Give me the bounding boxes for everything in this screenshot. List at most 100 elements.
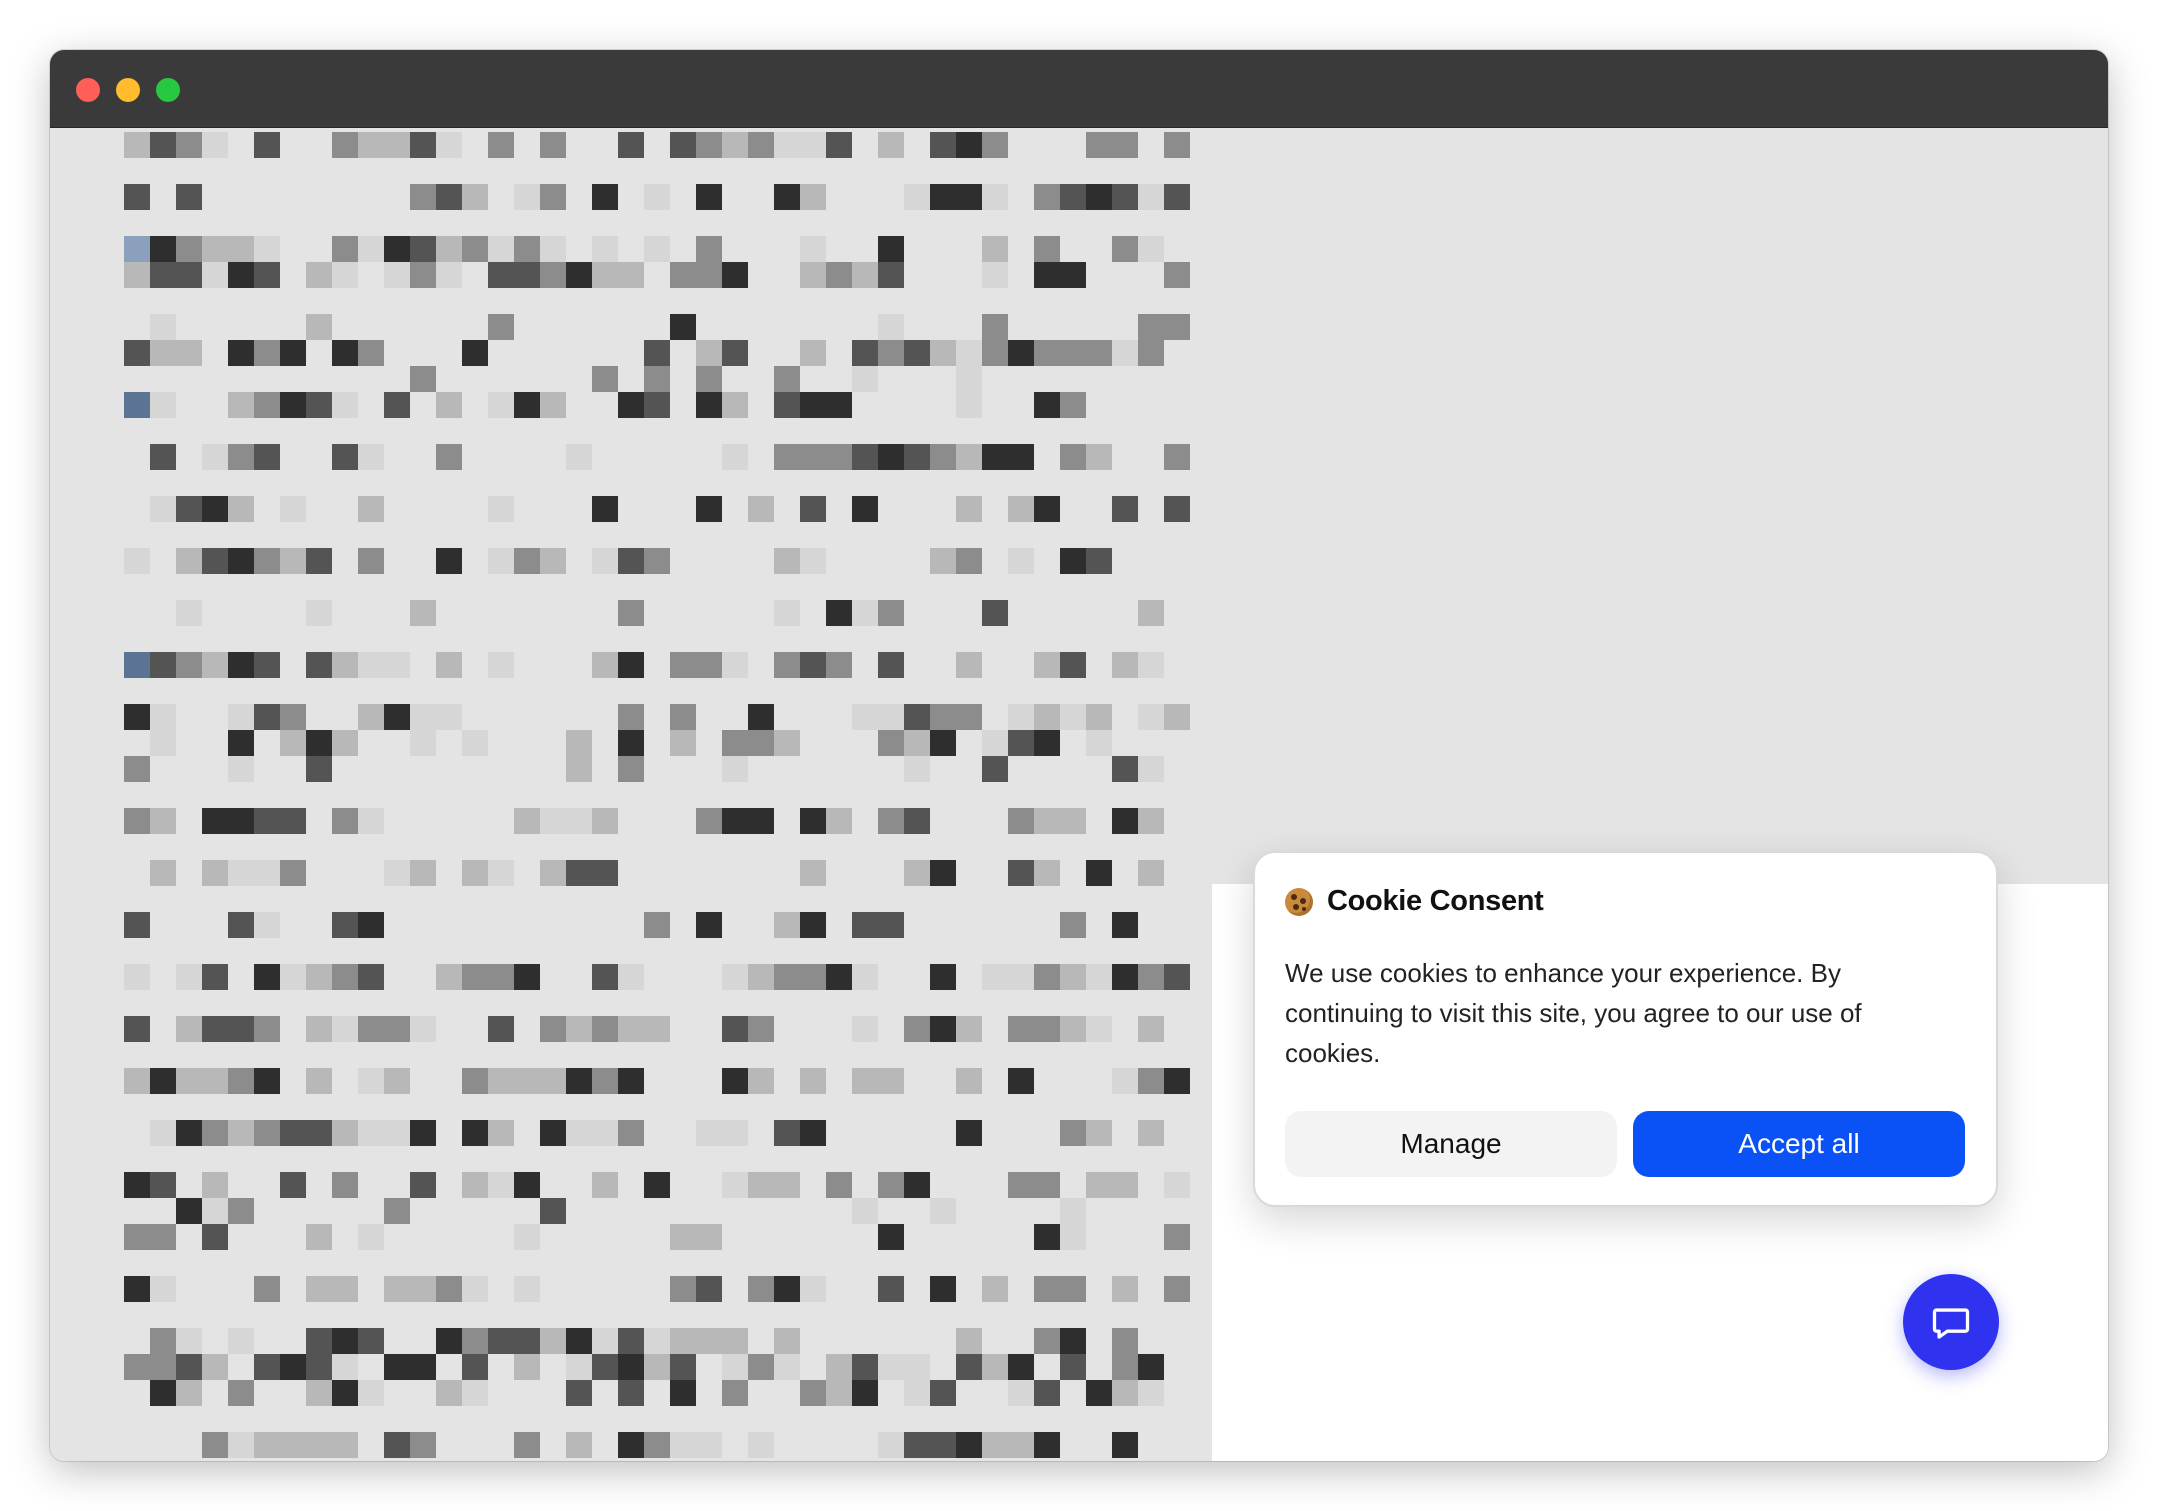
obscured-pixel: [488, 1016, 514, 1042]
obscured-pixel: [956, 184, 982, 210]
obscured-pixel: [982, 184, 1008, 210]
obscured-pixel: [748, 808, 774, 834]
manage-cookies-button[interactable]: Manage: [1285, 1111, 1617, 1177]
obscured-pixel: [644, 1354, 670, 1380]
obscured-pixel: [1086, 730, 1112, 756]
obscured-pixel: [254, 1016, 280, 1042]
obscured-pixel: [696, 912, 722, 938]
obscured-pixel: [1112, 496, 1138, 522]
obscured-pixel: [150, 1172, 176, 1198]
obscured-pixel: [774, 964, 800, 990]
obscured-pixel: [306, 730, 332, 756]
obscured-pixel: [826, 444, 852, 470]
obscured-pixel: [410, 860, 436, 886]
obscured-pixel: [878, 314, 904, 340]
obscured-pixel: [202, 1432, 228, 1458]
obscured-pixel: [1034, 236, 1060, 262]
obscured-pixel: [436, 262, 462, 288]
obscured-pixel: [956, 1432, 982, 1458]
obscured-pixel: [1138, 652, 1164, 678]
obscured-pixel: [800, 496, 826, 522]
maximize-window-button[interactable]: [156, 78, 180, 102]
obscured-pixel: [228, 236, 254, 262]
obscured-pixel: [878, 1354, 904, 1380]
obscured-pixel: [254, 808, 280, 834]
obscured-pixel: [592, 1120, 618, 1146]
obscured-pixel: [1112, 132, 1138, 158]
cookie-consent-header: Cookie Consent: [1285, 885, 1544, 918]
obscured-pixel: [540, 1068, 566, 1094]
obscured-pixel: [696, 652, 722, 678]
obscured-pixel: [774, 1120, 800, 1146]
page-content: [50, 128, 2108, 1461]
obscured-pixel: [618, 1380, 644, 1406]
obscured-pixel: [696, 340, 722, 366]
obscured-pixel: [332, 730, 358, 756]
obscured-pixel: [982, 314, 1008, 340]
obscured-pixel: [124, 262, 150, 288]
obscured-pixel: [124, 1224, 150, 1250]
obscured-pixel: [228, 340, 254, 366]
chat-button[interactable]: [1903, 1274, 1999, 1370]
obscured-pixel: [904, 1172, 930, 1198]
obscured-pixel: [982, 600, 1008, 626]
obscured-pixel: [1060, 444, 1086, 470]
obscured-pixel: [202, 444, 228, 470]
obscured-pixel: [514, 1276, 540, 1302]
obscured-pixel: [202, 964, 228, 990]
obscured-pixel: [124, 912, 150, 938]
obscured-pixel: [592, 652, 618, 678]
obscured-pixel: [1034, 704, 1060, 730]
obscured-pixel: [826, 808, 852, 834]
obscured-pixel: [202, 1120, 228, 1146]
obscured-pixel: [904, 1354, 930, 1380]
obscured-pixel: [826, 1354, 852, 1380]
obscured-pixel: [774, 366, 800, 392]
obscured-pixel: [488, 1328, 514, 1354]
obscured-pixel: [332, 1172, 358, 1198]
obscured-pixel: [618, 1354, 644, 1380]
obscured-pixel: [436, 184, 462, 210]
obscured-pixel: [1060, 1120, 1086, 1146]
obscured-pixel: [670, 314, 696, 340]
obscured-pixel: [930, 1380, 956, 1406]
obscured-pixel: [176, 1068, 202, 1094]
obscured-pixel: [1112, 1276, 1138, 1302]
obscured-pixel: [202, 548, 228, 574]
obscured-pixel: [800, 1276, 826, 1302]
obscured-pixel: [592, 1016, 618, 1042]
obscured-pixel: [566, 1328, 592, 1354]
obscured-pixel: [1112, 964, 1138, 990]
obscured-pixel: [202, 1172, 228, 1198]
obscured-pixel: [228, 444, 254, 470]
obscured-pixel: [566, 1068, 592, 1094]
pixelated-page-content: [50, 128, 1250, 1461]
obscured-pixel: [1138, 184, 1164, 210]
obscured-pixel: [592, 184, 618, 210]
obscured-pixel: [644, 184, 670, 210]
obscured-pixel: [592, 262, 618, 288]
accept-all-cookies-button[interactable]: Accept all: [1633, 1111, 1965, 1177]
obscured-pixel: [696, 1120, 722, 1146]
obscured-pixel: [254, 236, 280, 262]
obscured-pixel: [488, 132, 514, 158]
obscured-pixel: [410, 132, 436, 158]
minimize-window-button[interactable]: [116, 78, 140, 102]
obscured-pixel: [384, 860, 410, 886]
obscured-pixel: [748, 964, 774, 990]
obscured-pixel: [592, 496, 618, 522]
obscured-pixel: [150, 808, 176, 834]
obscured-pixel: [1086, 860, 1112, 886]
obscured-pixel: [852, 444, 878, 470]
obscured-pixel: [930, 964, 956, 990]
close-window-button[interactable]: [76, 78, 100, 102]
obscured-pixel: [1086, 548, 1112, 574]
obscured-pixel: [176, 1198, 202, 1224]
obscured-pixel: [358, 1328, 384, 1354]
obscured-pixel: [540, 1198, 566, 1224]
obscured-pixel: [956, 652, 982, 678]
obscured-pixel: [1060, 392, 1086, 418]
obscured-pixel: [176, 496, 202, 522]
obscured-pixel: [748, 1354, 774, 1380]
obscured-pixel: [904, 704, 930, 730]
